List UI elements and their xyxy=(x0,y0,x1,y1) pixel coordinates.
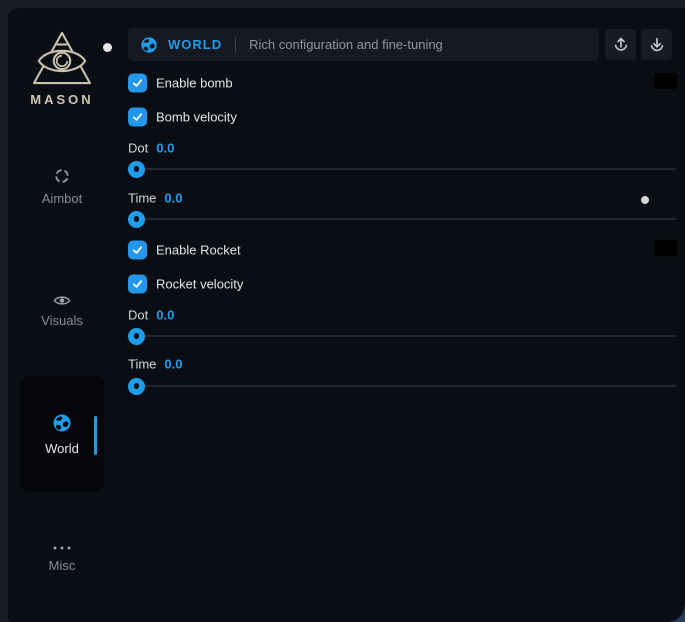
sidebar-item-visuals[interactable]: Visuals xyxy=(16,283,108,339)
slider-name: Time xyxy=(128,191,156,206)
slider-value: 0.0 xyxy=(156,141,174,156)
ellipsis-icon xyxy=(52,544,72,552)
cursor-dot xyxy=(103,43,112,52)
page-title: WORLD xyxy=(168,37,222,52)
sidebar-item-label: Aimbot xyxy=(42,191,82,206)
enable-rocket-checkbox[interactable] xyxy=(128,241,147,260)
bomb-dot-slider-track[interactable] xyxy=(128,168,676,170)
bomb-color-swatch[interactable] xyxy=(653,72,678,90)
slider-name: Dot xyxy=(128,141,148,156)
page-subtitle: Rich configuration and fine-tuning xyxy=(249,37,443,52)
slider-name: Dot xyxy=(128,308,148,323)
eye-icon xyxy=(53,294,71,307)
rocket-velocity-row: Rocket velocity xyxy=(128,275,243,294)
download-icon xyxy=(648,36,666,54)
bomb-velocity-checkbox[interactable] xyxy=(128,108,147,127)
checkbox-label: Bomb velocity xyxy=(156,110,237,125)
enable-bomb-row: Enable bomb xyxy=(128,74,233,93)
all-seeing-eye-icon xyxy=(31,30,93,86)
bomb-dot-slider-thumb[interactable] xyxy=(128,161,145,178)
enable-bomb-checkbox[interactable] xyxy=(128,74,147,93)
bomb-time-slider-track[interactable] xyxy=(128,218,676,220)
import-config-button[interactable] xyxy=(641,29,672,60)
sidebar-item-aimbot[interactable]: Aimbot xyxy=(16,158,108,214)
globe-icon xyxy=(52,413,72,433)
rocket-dot-slider-label: Dot 0.0 xyxy=(128,308,174,323)
rocket-dot-slider-thumb[interactable] xyxy=(128,328,145,345)
bomb-time-slider-label: Time 0.0 xyxy=(128,191,182,206)
slider-value: 0.0 xyxy=(164,357,182,372)
rocket-dot-slider-track[interactable] xyxy=(128,335,676,337)
bomb-velocity-row: Bomb velocity xyxy=(128,108,237,127)
sidebar-item-label: Visuals xyxy=(41,313,83,328)
active-tab-indicator xyxy=(94,416,97,455)
sidebar-item-misc[interactable]: Misc xyxy=(16,530,108,586)
slider-name: Time xyxy=(128,357,156,372)
checkbox-label: Enable Rocket xyxy=(156,243,241,258)
slider-value: 0.0 xyxy=(164,191,182,206)
checkbox-label: Enable bomb xyxy=(156,76,233,91)
app-window: MASON Aimbot Visuals World xyxy=(8,8,685,622)
checkbox-label: Rocket velocity xyxy=(156,277,243,292)
brand-name: MASON xyxy=(30,92,93,107)
rocket-color-swatch[interactable] xyxy=(653,239,678,257)
rocket-time-slider-track[interactable] xyxy=(128,385,676,387)
rocket-velocity-checkbox[interactable] xyxy=(128,275,147,294)
slider-value: 0.0 xyxy=(156,308,174,323)
crosshair-icon xyxy=(53,167,71,185)
upload-icon xyxy=(612,36,630,54)
header-divider xyxy=(235,37,236,53)
bomb-dot-slider-label: Dot 0.0 xyxy=(128,141,174,156)
export-config-button[interactable] xyxy=(605,29,636,60)
sidebar-item-label: World xyxy=(45,441,79,456)
sidebar-item-label: Misc xyxy=(49,558,76,573)
cursor-dot xyxy=(641,196,649,204)
globe-icon xyxy=(140,36,158,54)
bomb-time-slider-thumb[interactable] xyxy=(128,211,145,228)
enable-rocket-row: Enable Rocket xyxy=(128,241,241,260)
sidebar-item-world[interactable]: World xyxy=(20,376,104,492)
rocket-time-slider-thumb[interactable] xyxy=(128,378,145,395)
rocket-time-slider-label: Time 0.0 xyxy=(128,357,182,372)
brand-logo-block: MASON xyxy=(16,30,108,107)
page-header: WORLD Rich configuration and fine-tuning xyxy=(128,28,599,61)
